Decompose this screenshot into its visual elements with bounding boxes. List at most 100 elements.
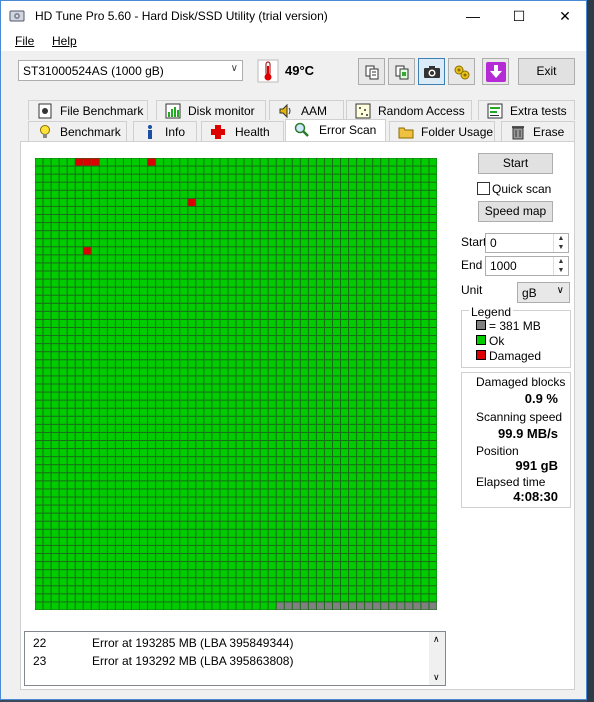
block-ok	[212, 368, 220, 376]
block-ok	[180, 586, 188, 594]
block-ok	[131, 384, 140, 392]
menu-help[interactable]: Help	[52, 34, 77, 48]
spin-arrows-icon[interactable]: ▲ ▼	[553, 257, 568, 275]
chevron-up-icon[interactable]: ∧	[433, 634, 440, 645]
block-ok	[324, 368, 332, 376]
block-ok	[220, 570, 228, 578]
block-ok	[300, 465, 308, 473]
block-ok	[405, 441, 413, 449]
maximize-button[interactable]: ☐	[496, 1, 542, 31]
block-ok	[83, 570, 91, 578]
block-ok	[268, 166, 276, 174]
log-scrollbar[interactable]: ∧ ∨	[429, 632, 445, 685]
block-ok	[212, 465, 220, 473]
block-ok	[300, 594, 308, 602]
block-ok	[83, 368, 91, 376]
tab-folder-usage[interactable]: Folder Usage	[389, 121, 495, 141]
block-ok	[357, 303, 365, 311]
block-ok	[131, 279, 140, 287]
unit-select[interactable]: gB ∨	[517, 282, 570, 303]
block-ok	[75, 481, 83, 489]
block-unscanned	[332, 602, 341, 610]
exit-button[interactable]: Exit	[518, 58, 575, 85]
block-ok	[236, 465, 244, 473]
end-spinbox[interactable]: 1000 ▲ ▼	[485, 256, 569, 276]
tab-extra-tests[interactable]: Extra tests	[478, 100, 575, 120]
options-button[interactable]	[448, 58, 475, 85]
block-ok	[252, 287, 260, 295]
block-ok	[75, 521, 83, 529]
block-ok	[365, 223, 373, 231]
block-ok	[357, 594, 365, 602]
block-ok	[349, 190, 357, 198]
minimize-button[interactable]: —	[450, 1, 496, 31]
block-ok	[349, 352, 357, 360]
block-ok	[405, 392, 413, 400]
block-ok	[107, 166, 115, 174]
tab-error-scan[interactable]: Error Scan	[285, 119, 386, 141]
start-spinbox[interactable]: 0 ▲ ▼	[485, 233, 569, 253]
menu-bar: File Help	[1, 31, 586, 51]
menu-file[interactable]: File	[15, 34, 34, 48]
block-ok	[332, 570, 341, 578]
block-ok	[228, 602, 236, 610]
block-ok	[196, 449, 204, 457]
block-ok	[324, 594, 332, 602]
block-ok	[389, 255, 397, 263]
tab-info[interactable]: Info	[133, 121, 197, 141]
quick-scan-checkbox[interactable]	[477, 182, 490, 195]
block-ok	[365, 497, 373, 505]
block-ok	[99, 449, 107, 457]
tab-file-benchmark[interactable]: File Benchmark	[28, 100, 148, 120]
block-ok	[107, 328, 115, 336]
copy-info-button[interactable]	[358, 58, 385, 85]
tab-random-access[interactable]: Random Access	[346, 100, 472, 120]
tab-benchmark[interactable]: Benchmark	[28, 121, 127, 141]
block-ok	[332, 586, 341, 594]
block-ok	[397, 505, 405, 513]
block-ok	[59, 602, 67, 610]
block-ok	[107, 441, 115, 449]
block-ok	[260, 400, 268, 408]
drive-select[interactable]: ST31000524AS (1000 gB) ∨	[18, 60, 243, 81]
copy-screenshot-button[interactable]	[388, 58, 415, 85]
block-ok	[156, 578, 164, 586]
chevron-down-icon[interactable]: ∨	[433, 672, 440, 683]
block-ok	[276, 521, 284, 529]
block-ok	[99, 489, 107, 497]
download-button[interactable]	[482, 58, 509, 85]
block-ok	[365, 263, 373, 271]
block-ok	[357, 441, 365, 449]
start-scan-button[interactable]: Start	[478, 153, 553, 174]
speed-map-button[interactable]: Speed map	[478, 201, 553, 222]
block-ok	[324, 263, 332, 271]
block-ok	[292, 360, 300, 368]
block-ok	[75, 457, 83, 465]
tab-health[interactable]: Health	[201, 121, 284, 141]
block-ok	[220, 432, 228, 440]
block-ok	[43, 537, 51, 545]
block-ok	[268, 578, 276, 586]
block-ok	[316, 295, 324, 303]
tab-disk-monitor[interactable]: Disk monitor	[156, 100, 266, 120]
block-ok	[268, 408, 276, 416]
block-ok	[413, 319, 421, 327]
block-ok	[349, 441, 357, 449]
block-ok	[156, 416, 164, 424]
block-ok	[260, 271, 268, 279]
block-ok	[276, 392, 284, 400]
close-button[interactable]: ✕	[542, 1, 588, 31]
tab-erase[interactable]: Erase	[501, 121, 575, 141]
block-ok	[365, 336, 373, 344]
block-ok	[212, 198, 220, 206]
block-ok	[156, 287, 164, 295]
spin-arrows-icon[interactable]: ▲ ▼	[553, 234, 568, 252]
block-ok	[148, 521, 156, 529]
block-ok	[276, 263, 284, 271]
block-ok	[284, 190, 292, 198]
tab-aam[interactable]: AAM	[269, 100, 344, 120]
error-log-list[interactable]: 22 Error at 193285 MB (LBA 395849344) 23 E…	[24, 631, 446, 686]
camera-button[interactable]	[418, 58, 445, 85]
block-ok	[35, 465, 43, 473]
block-unscanned	[421, 602, 429, 610]
